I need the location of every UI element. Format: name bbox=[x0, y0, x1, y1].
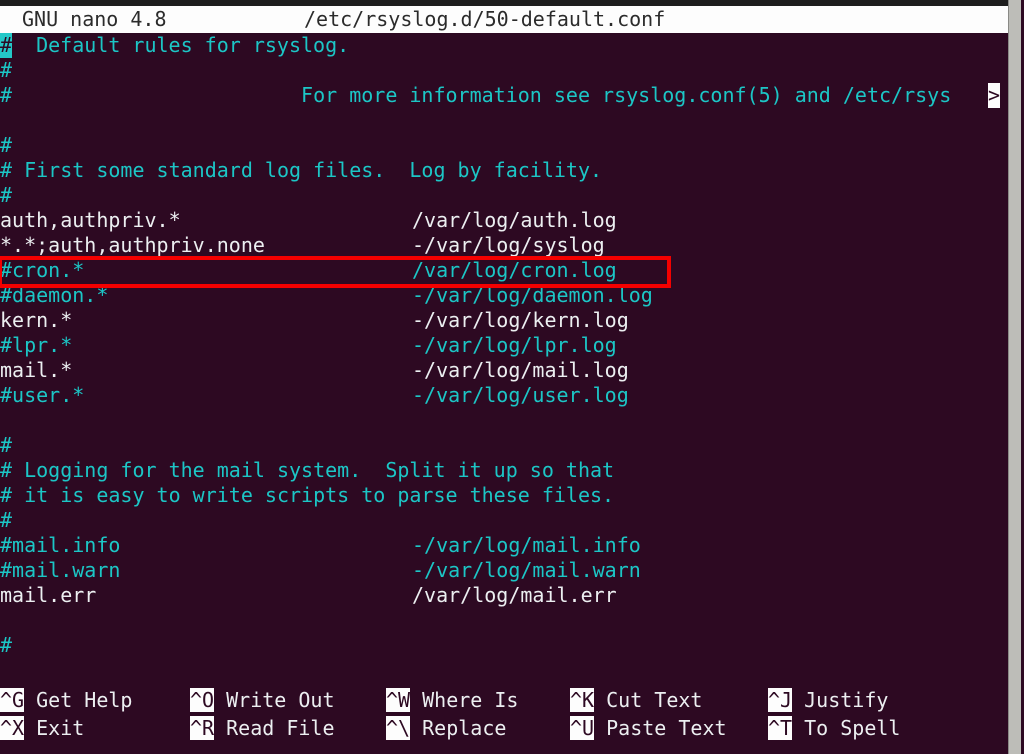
editor-text-area[interactable]: # Default rules for rsyslog. # # For more … bbox=[0, 33, 1008, 678]
shortcut-key: ^J bbox=[768, 688, 793, 712]
line-log-path: -/var/log/mail.warn bbox=[412, 558, 641, 582]
shortcut-item[interactable]: ^T To Spell bbox=[768, 716, 900, 741]
editor-line[interactable] bbox=[0, 608, 1008, 633]
line-text: # bbox=[0, 433, 13, 457]
line-text: #lpr.* bbox=[0, 333, 73, 357]
line-log-path: -/var/log/syslog bbox=[412, 233, 605, 257]
editor-line[interactable]: # bbox=[0, 508, 1008, 533]
line-log-path: -/var/log/kern.log bbox=[412, 308, 629, 332]
line-text: Default rules for rsyslog. bbox=[12, 33, 350, 57]
line-text: #cron.* bbox=[0, 258, 85, 282]
shortcut-key: ^U bbox=[570, 716, 595, 740]
line-text: kern.* bbox=[0, 308, 73, 332]
line-continuation-marker: > bbox=[988, 83, 1001, 108]
shortcut-key: ^K bbox=[570, 688, 595, 712]
editor-line[interactable]: #mail.warn -/var/log/mail.warn bbox=[0, 558, 1008, 583]
shortcut-label: Paste Text bbox=[594, 716, 727, 740]
shortcut-item[interactable]: ^R Read File bbox=[190, 716, 335, 741]
editor-line[interactable]: # bbox=[0, 133, 1008, 158]
editor-line[interactable]: # For more information see rsyslog.conf(… bbox=[0, 83, 1008, 108]
line-text: mail.* bbox=[0, 358, 73, 382]
shortcut-key: ^G bbox=[0, 688, 25, 712]
line-log-path: /var/log/auth.log bbox=[412, 208, 617, 232]
shortcut-item[interactable]: ^\ Replace bbox=[386, 716, 506, 741]
shortcut-row-2: ^X Exit ^R Read File ^\ Replace ^U Paste Te… bbox=[0, 716, 1008, 741]
line-text: #mail.info bbox=[0, 533, 121, 557]
shortcut-item[interactable]: ^X Exit bbox=[0, 716, 84, 741]
line-text: # Logging for the mail system. Split it … bbox=[0, 458, 615, 482]
shortcut-key: ^W bbox=[386, 688, 411, 712]
nano-shortcut-bar: ^G Get Help ^O Write Out ^W Where Is ^K Cut… bbox=[0, 684, 1008, 754]
editor-line[interactable]: auth,authpriv.* /var/log/auth.log bbox=[0, 208, 1008, 233]
line-log-path: -/var/log/mail.info bbox=[412, 533, 641, 557]
editor-line[interactable]: # it is easy to write scripts to parse t… bbox=[0, 483, 1008, 508]
shortcut-label: Read File bbox=[214, 716, 335, 740]
shortcut-key: ^T bbox=[768, 716, 793, 740]
editor-line[interactable]: #lpr.* -/var/log/lpr.log bbox=[0, 333, 1008, 358]
shortcut-label: To Spell bbox=[792, 716, 901, 740]
line-log-path: -/var/log/lpr.log bbox=[412, 333, 617, 357]
editor-line[interactable]: #user.* -/var/log/user.log bbox=[0, 383, 1008, 408]
editor-line[interactable]: # Default rules for rsyslog. bbox=[0, 33, 1008, 58]
line-text: # bbox=[0, 508, 13, 532]
shortcut-item[interactable]: ^O Write Out bbox=[190, 688, 335, 713]
shortcut-item[interactable]: ^K Cut Text bbox=[570, 688, 702, 713]
editor-line[interactable]: mail.* -/var/log/mail.log bbox=[0, 358, 1008, 383]
line-text: # bbox=[0, 58, 13, 82]
shortcut-row-1: ^G Get Help ^O Write Out ^W Where Is ^K Cut… bbox=[0, 688, 1008, 713]
shortcut-key: ^\ bbox=[386, 716, 411, 740]
shortcut-label: Exit bbox=[24, 716, 85, 740]
shortcut-item[interactable]: ^G Get Help bbox=[0, 688, 132, 713]
nano-title-bar: GNU nano 4.8 /etc/rsyslog.d/50-default.c… bbox=[0, 6, 1008, 33]
editor-line[interactable]: # bbox=[0, 183, 1008, 208]
editor-line[interactable]: #mail.info -/var/log/mail.info bbox=[0, 533, 1008, 558]
editor-line[interactable]: mail.err/var/log/mail.err bbox=[0, 583, 1008, 608]
line-text: *.*;auth,authpriv.none bbox=[0, 233, 265, 257]
line-log-path: /var/log/cron.log bbox=[412, 258, 617, 282]
shortcut-key: ^O bbox=[190, 688, 215, 712]
line-text: # bbox=[0, 633, 13, 657]
shortcut-label: Replace bbox=[410, 716, 507, 740]
editor-line[interactable] bbox=[0, 408, 1008, 433]
text-cursor: # bbox=[0, 33, 13, 58]
line-text: # bbox=[0, 133, 13, 157]
line-text: #mail.warn bbox=[0, 558, 121, 582]
editor-line[interactable]: kern.* -/var/log/kern.log bbox=[0, 308, 1008, 333]
shortcut-label: Get Help bbox=[24, 688, 133, 712]
editor-line[interactable]: #daemon.* -/var/log/daemon.log bbox=[0, 283, 1008, 308]
nano-version-label: GNU nano 4.8 bbox=[22, 7, 167, 31]
line-log-path: /var/log/mail.err bbox=[412, 583, 617, 607]
line-log-path: -/var/log/daemon.log bbox=[412, 283, 653, 307]
editor-line[interactable]: # Logging for the mail system. Split it … bbox=[0, 458, 1008, 483]
shortcut-label: Justify bbox=[792, 688, 889, 712]
line-text: # it is easy to write scripts to parse t… bbox=[0, 483, 615, 507]
shortcut-label: Write Out bbox=[214, 688, 335, 712]
line-text: mail.err bbox=[0, 583, 97, 607]
shortcut-item[interactable]: ^U Paste Text bbox=[570, 716, 727, 741]
line-text: # For more information see rsyslog.conf(… bbox=[0, 83, 952, 107]
shortcut-label: Cut Text bbox=[594, 688, 703, 712]
shortcut-item[interactable]: ^W Where Is bbox=[386, 688, 518, 713]
terminal-window: GNU nano 4.8 /etc/rsyslog.d/50-default.c… bbox=[0, 0, 1024, 754]
editor-line[interactable]: #cron.* /var/log/cron.log bbox=[0, 258, 1008, 283]
editor-line[interactable]: # bbox=[0, 58, 1008, 83]
line-text: #user.* bbox=[0, 383, 85, 407]
line-text: #daemon.* bbox=[0, 283, 109, 307]
editor-line[interactable]: *.*;auth,authpriv.none -/var/log/syslog bbox=[0, 233, 1008, 258]
line-log-path: -/var/log/mail.log bbox=[412, 358, 629, 382]
shortcut-key: ^R bbox=[190, 716, 215, 740]
line-log-path: -/var/log/user.log bbox=[412, 383, 629, 407]
editor-line[interactable]: # bbox=[0, 633, 1008, 658]
shortcut-key: ^X bbox=[0, 716, 25, 740]
line-text: # bbox=[0, 183, 13, 207]
editor-line[interactable]: # First some standard log files. Log by … bbox=[0, 158, 1008, 183]
line-text: # First some standard log files. Log by … bbox=[0, 158, 603, 182]
nano-filename-label: /etc/rsyslog.d/50-default.conf bbox=[304, 7, 666, 31]
line-text: auth,authpriv.* bbox=[0, 208, 181, 232]
shortcut-label: Where Is bbox=[410, 688, 519, 712]
editor-line[interactable] bbox=[0, 108, 1008, 133]
editor-line[interactable]: # bbox=[0, 433, 1008, 458]
shortcut-item[interactable]: ^J Justify bbox=[768, 688, 888, 713]
